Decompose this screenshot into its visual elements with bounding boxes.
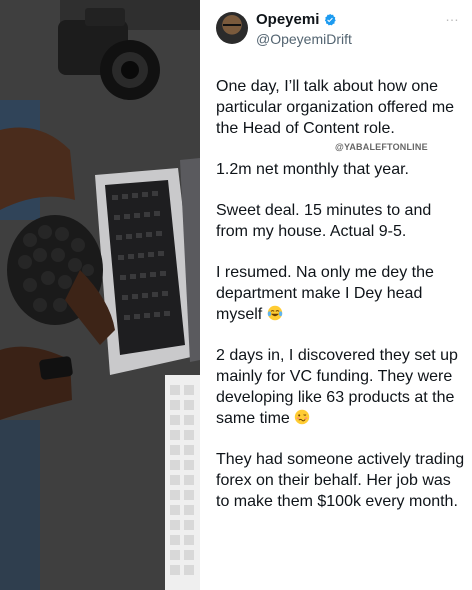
avatar-glasses (223, 24, 241, 31)
photo-illustration (0, 0, 200, 590)
background-photo (0, 0, 200, 590)
tweet-paragraph-4: I resumed. Na only me dey the department… (216, 262, 466, 325)
author-name-row: Opeyemi (256, 11, 337, 28)
avatar[interactable] (216, 12, 248, 44)
keyboard-object (165, 375, 200, 590)
author-handle[interactable]: @OpeyemiDrift (256, 31, 352, 47)
tweet-paragraph-1: One day, I’ll talk about how one particu… (216, 78, 455, 137)
laughing-tears-emoji-icon (267, 305, 282, 321)
tweet-paragraph-2: 1.2m net monthly that year. (216, 161, 409, 178)
verified-badge-icon (325, 13, 337, 25)
laptop-object (95, 158, 200, 375)
display-name[interactable]: Opeyemi (256, 11, 319, 28)
tweet-paragraph-4-text: I resumed. Na only me dey the department… (216, 264, 434, 323)
tweet-paragraph-3: Sweet deal. 15 minutes to and from my ho… (216, 202, 432, 240)
woozy-face-emoji-icon (295, 409, 310, 425)
more-options-icon[interactable]: … (445, 8, 460, 24)
tweet-paragraph-5-text: 2 days in, I discovered they set up main… (216, 347, 458, 427)
tweet-card: Opeyemi @OpeyemiDrift … One day, I’ll ta… (200, 0, 472, 590)
tweet-paragraph-6: They had someone actively trading forex … (216, 451, 465, 510)
watermark: @YABALEFTONLINE (335, 142, 428, 152)
tweet-paragraph-5: 2 days in, I discovered they set up main… (216, 345, 466, 429)
